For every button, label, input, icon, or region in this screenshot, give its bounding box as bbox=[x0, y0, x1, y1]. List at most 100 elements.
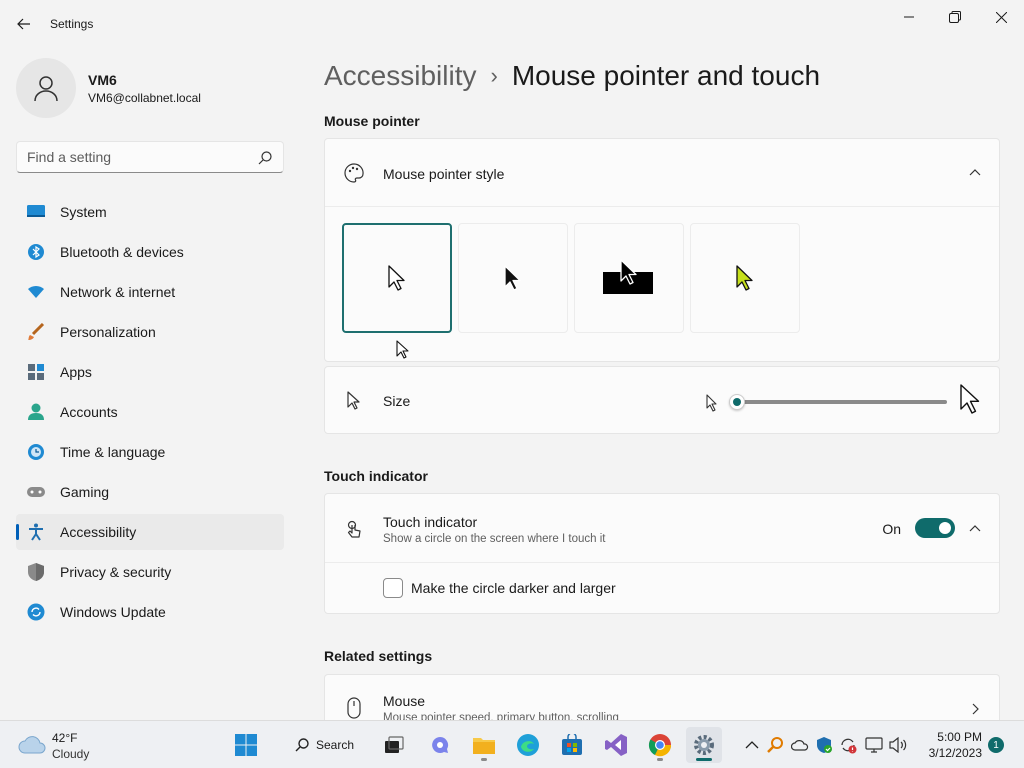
volume-icon[interactable] bbox=[888, 735, 908, 755]
section-title-related: Related settings bbox=[324, 648, 433, 664]
mouse-pointer-style-header[interactable]: Mouse pointer style bbox=[325, 139, 999, 207]
file-explorer-button[interactable] bbox=[466, 727, 502, 763]
wifi-icon bbox=[26, 282, 46, 302]
sidebar-item-label: Windows Update bbox=[60, 604, 166, 620]
darker-circle-checkbox[interactable] bbox=[383, 578, 403, 598]
mouse-settings-link[interactable]: Mouse Mouse pointer speed, primary butto… bbox=[324, 674, 1000, 720]
close-button[interactable] bbox=[978, 4, 1024, 30]
maximize-button[interactable] bbox=[932, 4, 978, 30]
edge-button[interactable] bbox=[510, 727, 546, 763]
chevron-up-icon[interactable] bbox=[967, 165, 983, 181]
search-icon[interactable] bbox=[257, 150, 273, 166]
task-view-button[interactable] bbox=[376, 727, 412, 763]
system-icon bbox=[26, 202, 46, 222]
touch-indicator-toggle[interactable] bbox=[915, 518, 955, 538]
cursor-inverted-icon bbox=[603, 259, 653, 294]
mouse-cursor-icon bbox=[396, 340, 409, 359]
clock-time: 5:00 PM bbox=[937, 730, 982, 744]
chat-icon bbox=[432, 736, 449, 753]
touch-indicator-description: Show a circle on the screen where I touc… bbox=[383, 533, 606, 545]
pointer-style-inverted[interactable] bbox=[574, 223, 684, 333]
store-button[interactable] bbox=[554, 727, 590, 763]
settings-search[interactable] bbox=[16, 141, 284, 173]
close-icon bbox=[995, 11, 1007, 23]
pointer-size-icon bbox=[343, 390, 365, 412]
shield-icon bbox=[26, 562, 46, 582]
taskbar-search[interactable]: Search bbox=[284, 729, 366, 761]
accessibility-icon bbox=[26, 522, 46, 542]
mouse-pointer-style-label: Mouse pointer style bbox=[383, 166, 505, 182]
clock-icon bbox=[26, 442, 46, 462]
touch-indicator-header[interactable]: Touch indicator Show a circle on the scr… bbox=[325, 494, 999, 563]
user-profile[interactable]: VM6 VM6@collabnet.local bbox=[16, 58, 286, 118]
show-hidden-icons[interactable] bbox=[742, 735, 762, 755]
darker-circle-option: Make the circle darker and larger bbox=[325, 563, 999, 613]
settings-taskbar-button[interactable] bbox=[686, 727, 722, 763]
sidebar-item-personalization[interactable]: Personalization bbox=[16, 314, 284, 350]
darker-circle-label[interactable]: Make the circle darker and larger bbox=[411, 580, 616, 596]
active-indicator bbox=[696, 758, 712, 761]
weather-temperature: 42°F bbox=[52, 731, 78, 745]
chrome-button[interactable] bbox=[642, 727, 678, 763]
taskbar: 42°F Cloudy Search 5:00 PM 3/12/2023 1 bbox=[0, 720, 1024, 768]
pointer-style-white[interactable] bbox=[342, 223, 452, 333]
cursor-white-icon bbox=[388, 265, 405, 291]
back-arrow-icon bbox=[17, 18, 30, 30]
running-indicator bbox=[657, 758, 663, 761]
mouse-link-label: Mouse bbox=[383, 693, 426, 709]
touch-indicator-label: Touch indicator bbox=[383, 514, 478, 530]
cloud-icon bbox=[18, 736, 46, 754]
clock[interactable]: 5:00 PM 3/12/2023 bbox=[918, 729, 982, 761]
gamepad-icon bbox=[26, 482, 46, 502]
visual-studio-button[interactable] bbox=[598, 727, 634, 763]
pointer-style-custom[interactable] bbox=[690, 223, 800, 333]
person-icon bbox=[34, 76, 58, 102]
toggle-state-label: On bbox=[882, 521, 901, 537]
chat-button[interactable] bbox=[422, 727, 458, 763]
accounts-icon bbox=[26, 402, 46, 422]
update-alert-icon[interactable] bbox=[838, 735, 858, 755]
chevron-up-icon[interactable] bbox=[967, 521, 983, 537]
weather-description: Cloudy bbox=[52, 747, 90, 761]
start-button[interactable] bbox=[228, 727, 264, 763]
sidebar-item-gaming[interactable]: Gaming bbox=[16, 474, 284, 510]
magnifier-icon bbox=[767, 737, 783, 753]
sidebar-item-privacy[interactable]: Privacy & security bbox=[16, 554, 284, 590]
onedrive-icon[interactable] bbox=[790, 735, 810, 755]
sidebar-item-windows-update[interactable]: Windows Update bbox=[16, 594, 284, 630]
sidebar-item-network[interactable]: Network & internet bbox=[16, 274, 284, 310]
section-title-touch-indicator: Touch indicator bbox=[324, 468, 428, 484]
back-button[interactable] bbox=[10, 10, 38, 38]
network-icon[interactable] bbox=[864, 735, 884, 755]
sidebar-nav: System Bluetooth & devices Network & int… bbox=[16, 194, 284, 634]
update-icon bbox=[26, 602, 46, 622]
search-input[interactable] bbox=[27, 149, 247, 165]
search-icon bbox=[295, 738, 309, 752]
breadcrumb-parent[interactable]: Accessibility bbox=[324, 60, 476, 92]
sidebar-item-label: Bluetooth & devices bbox=[60, 244, 184, 260]
size-slider[interactable] bbox=[729, 394, 947, 410]
pointer-style-black[interactable] bbox=[458, 223, 568, 333]
store-icon bbox=[562, 734, 582, 755]
chrome-icon bbox=[648, 734, 672, 757]
user-email: VM6@collabnet.local bbox=[88, 91, 201, 105]
large-cursor-icon bbox=[960, 384, 980, 414]
small-cursor-icon bbox=[706, 394, 717, 412]
sidebar-item-label: Apps bbox=[60, 364, 92, 380]
task-view-icon bbox=[385, 736, 404, 753]
security-icon[interactable] bbox=[814, 735, 834, 755]
tray-app-search[interactable] bbox=[766, 735, 786, 755]
minimize-button[interactable] bbox=[886, 4, 932, 30]
touch-indicator-card: Touch indicator Show a circle on the scr… bbox=[324, 493, 1000, 614]
size-slider-thumb[interactable] bbox=[729, 394, 745, 410]
sidebar-item-system[interactable]: System bbox=[16, 194, 284, 230]
weather-widget[interactable]: 42°F Cloudy bbox=[18, 729, 128, 761]
sidebar-item-accounts[interactable]: Accounts bbox=[16, 394, 284, 430]
sidebar-item-apps[interactable]: Apps bbox=[16, 354, 284, 390]
sidebar-item-time[interactable]: Time & language bbox=[16, 434, 284, 470]
visual-studio-icon bbox=[605, 734, 627, 756]
sidebar-item-bluetooth[interactable]: Bluetooth & devices bbox=[16, 234, 284, 270]
mouse-link-description: Mouse pointer speed, primary button, scr… bbox=[383, 712, 619, 720]
notification-badge[interactable]: 1 bbox=[988, 737, 1004, 753]
sidebar-item-accessibility[interactable]: Accessibility bbox=[16, 514, 284, 550]
